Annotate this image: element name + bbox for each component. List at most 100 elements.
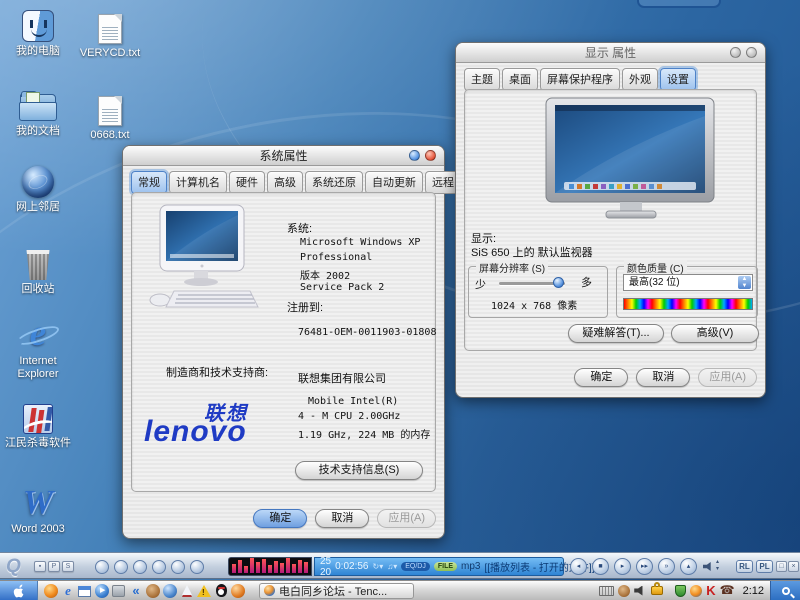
- support-info-button[interactable]: 技术支持信息(S): [295, 461, 423, 480]
- desktop-icon-recycle-bin[interactable]: 回收站: [2, 242, 74, 296]
- next-track-button[interactable]: ▸▸: [636, 558, 653, 575]
- flashget-icon[interactable]: «: [129, 584, 143, 598]
- show-desktop-icon[interactable]: [78, 584, 92, 598]
- resolution-slider-thumb[interactable]: [553, 277, 564, 288]
- kugoo-tray-icon[interactable]: K: [706, 584, 715, 597]
- desktop-icon-word-2003[interactable]: W Word 2003: [2, 482, 74, 536]
- tab-system-restore[interactable]: 系统还原: [305, 171, 363, 194]
- warning-icon[interactable]: !: [197, 584, 211, 598]
- media-player-icon[interactable]: ▶: [95, 584, 109, 598]
- system-properties-titlebar[interactable]: 系统属性: [123, 146, 444, 166]
- spectrum-analyzer: [228, 557, 312, 576]
- phone-tray-icon[interactable]: ☎: [720, 584, 735, 597]
- player-mini-button-3[interactable]: S: [62, 561, 74, 572]
- player-net-button[interactable]: [114, 560, 128, 574]
- offscreen-window-edge[interactable]: [637, 0, 721, 8]
- player-open-button[interactable]: [95, 560, 109, 574]
- player-lcd-display[interactable]: 25 20 0:02:56 ↻▾ ♫▾ EQ/DJ FILE mp3 [[播放列…: [314, 557, 564, 576]
- player-info-button[interactable]: [133, 560, 147, 574]
- gray-app-icon[interactable]: [112, 584, 126, 598]
- tab-hardware[interactable]: 硬件: [229, 171, 265, 194]
- taskbar-task-button[interactable]: 电白同乡论坛 - Tenc...: [259, 583, 414, 599]
- tab-settings[interactable]: 设置: [660, 68, 696, 91]
- lock-icon[interactable]: [651, 586, 663, 595]
- tab-appearance[interactable]: 外观: [622, 68, 658, 91]
- tab-desktop[interactable]: 桌面: [502, 68, 538, 91]
- close-icon[interactable]: [746, 47, 757, 58]
- registered-label: 注册到:: [287, 299, 323, 315]
- network-globe-icon: [2, 160, 74, 198]
- color-quality-select[interactable]: 最高(32 位) ▲▼: [623, 274, 753, 291]
- desktop-icon-jiangmin-antivirus[interactable]: 江民杀毒软件: [2, 396, 74, 450]
- previous-track-button[interactable]: ◂: [570, 558, 587, 575]
- color-depth-rainbow-bar: [623, 298, 753, 310]
- rate-list-button[interactable]: RL: [736, 560, 753, 573]
- desktop-icon-network-places[interactable]: 网上邻居: [2, 160, 74, 214]
- tab-computer-name[interactable]: 计算机名: [169, 171, 227, 194]
- eq-badge[interactable]: EQ/DJ: [401, 562, 430, 571]
- minimize-icon[interactable]: [409, 150, 420, 161]
- firefox-icon[interactable]: [44, 584, 58, 598]
- volume-arrows-icon[interactable]: ▴▾: [716, 559, 719, 573]
- ok-button[interactable]: 确定: [574, 368, 628, 387]
- cpu-line: Mobile Intel(R): [308, 396, 398, 407]
- emule-icon[interactable]: [146, 584, 160, 598]
- desktop-icon-verycd-txt[interactable]: VERYCD.txt: [74, 6, 146, 60]
- antivirus-icon: [2, 396, 74, 434]
- shield-tray-icon[interactable]: [675, 585, 686, 597]
- start-button[interactable]: [0, 581, 38, 600]
- desktop-icon-0668-txt[interactable]: 0668.txt: [74, 88, 146, 142]
- minimize-icon[interactable]: [730, 47, 741, 58]
- display-properties-dialog: 显示 属性 主题 桌面 屏幕保护程序 外观 设置: [455, 42, 766, 398]
- player-shade-button[interactable]: □: [776, 561, 787, 572]
- ie-icon[interactable]: e: [61, 584, 75, 598]
- player-logo-icon[interactable]: Q: [6, 556, 21, 578]
- desktop-icon-my-documents[interactable]: 我的文档: [2, 84, 74, 138]
- search-button[interactable]: [770, 581, 800, 600]
- tab-screensaver[interactable]: 屏幕保护程序: [540, 68, 620, 91]
- playlist-button[interactable]: PL: [756, 560, 773, 573]
- text-file-icon: [74, 6, 146, 44]
- file-source-badge[interactable]: FILE: [434, 562, 457, 571]
- display-properties-titlebar[interactable]: 显示 属性: [456, 43, 765, 63]
- player-mini-button-1[interactable]: ▪: [34, 561, 46, 572]
- seek-forward-button[interactable]: »: [658, 558, 675, 575]
- player-mic-button[interactable]: [171, 560, 185, 574]
- volume-tray-icon[interactable]: [634, 586, 645, 596]
- apply-button: 应用(A): [377, 509, 436, 528]
- troubleshoot-button[interactable]: 疑难解答(T)...: [568, 324, 664, 343]
- input-method-keyboard-icon[interactable]: [599, 586, 614, 596]
- play-pause-button[interactable]: ▸: [614, 558, 631, 575]
- player-mini-button-2[interactable]: P: [48, 561, 60, 572]
- volume-speaker-icon[interactable]: [703, 562, 714, 571]
- close-icon[interactable]: [425, 150, 436, 161]
- sailboat-icon[interactable]: [180, 584, 194, 598]
- color-quality-group-label: 颜色质量 (C): [624, 260, 687, 275]
- shuffle-icon[interactable]: ♫▾: [387, 562, 397, 571]
- blue-globe-icon[interactable]: [163, 584, 177, 598]
- spinner-arrows-icon[interactable]: ▲▼: [738, 276, 751, 289]
- browser-tray-icon[interactable]: [690, 585, 702, 597]
- advanced-button[interactable]: 高级(V): [671, 324, 759, 343]
- player-close-button[interactable]: ×: [788, 561, 799, 572]
- orange-app-icon[interactable]: [231, 584, 245, 598]
- cancel-button[interactable]: 取消: [636, 368, 690, 387]
- repeat-icon[interactable]: ↻▾: [373, 562, 384, 571]
- system-properties-dialog: 系统属性 常规 计算机名 硬件 高级 系统还原 自动更新 远程: [122, 145, 445, 539]
- eject-button[interactable]: ▴: [680, 558, 697, 575]
- tab-auto-update[interactable]: 自动更新: [365, 171, 423, 194]
- cancel-button[interactable]: 取消: [315, 509, 369, 528]
- dialog-title: 显示 属性: [585, 44, 636, 61]
- tab-themes[interactable]: 主题: [464, 68, 500, 91]
- player-mark-button[interactable]: [190, 560, 204, 574]
- desktop-icon-my-computer[interactable]: 我的电脑: [2, 4, 74, 58]
- emule-tray-icon[interactable]: [618, 585, 630, 597]
- qq-penguin-icon[interactable]: [214, 584, 228, 598]
- ok-button[interactable]: 确定: [253, 509, 307, 528]
- tab-general[interactable]: 常规: [131, 171, 167, 194]
- stop-button[interactable]: ■: [592, 558, 609, 575]
- player-settings-button[interactable]: [152, 560, 166, 574]
- clock: 2:12: [743, 585, 764, 597]
- tab-advanced[interactable]: 高级: [267, 171, 303, 194]
- desktop-icon-internet-explorer[interactable]: e Internet Explorer: [2, 314, 74, 381]
